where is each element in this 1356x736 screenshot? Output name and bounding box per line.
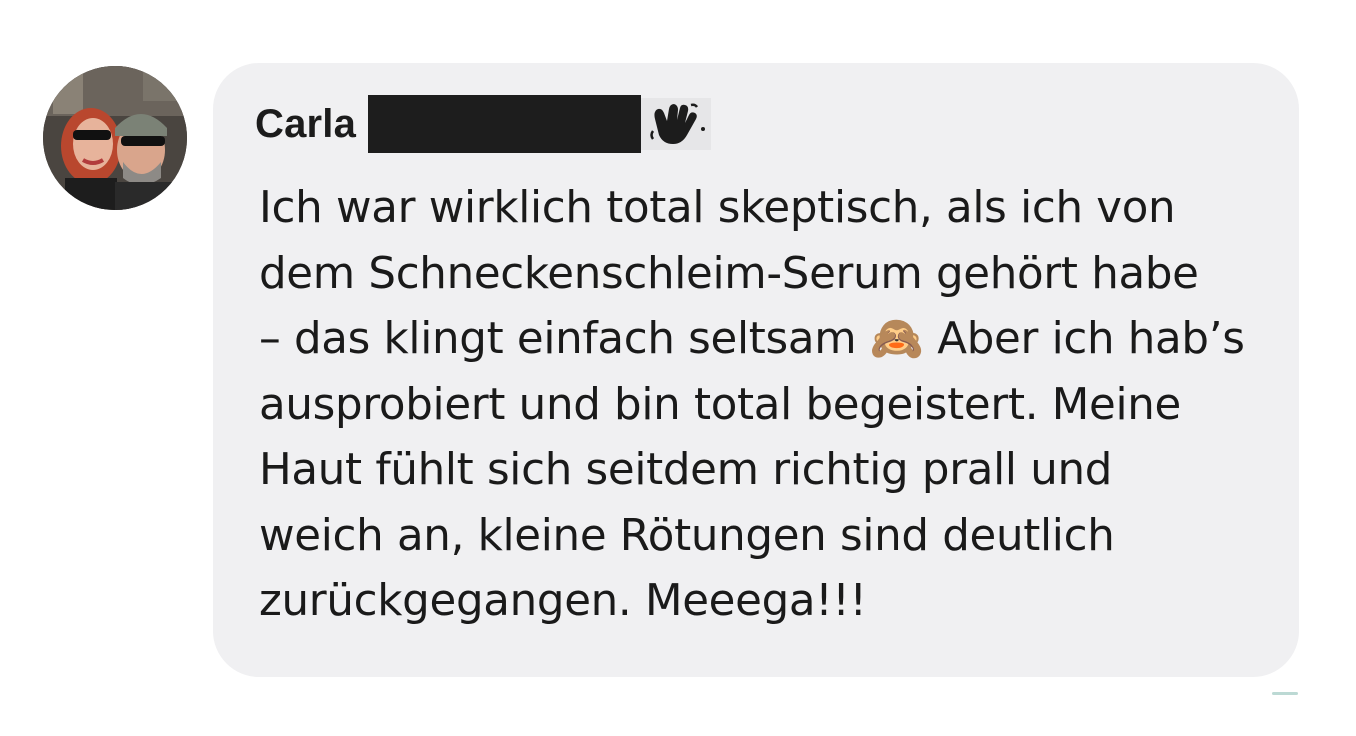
divider-mark — [1272, 692, 1298, 695]
avatar[interactable] — [43, 66, 187, 210]
profile-photo-avatar — [43, 66, 187, 210]
redacted-surname — [368, 95, 642, 153]
comment-author-row: Carla — [255, 95, 712, 153]
comment-text: Ich war wirklich total skeptisch, als ic… — [259, 183, 1245, 626]
waving-hand-icon — [650, 103, 706, 144]
comment-author-name[interactable]: Carla — [255, 102, 356, 147]
author-badge — [641, 98, 712, 150]
